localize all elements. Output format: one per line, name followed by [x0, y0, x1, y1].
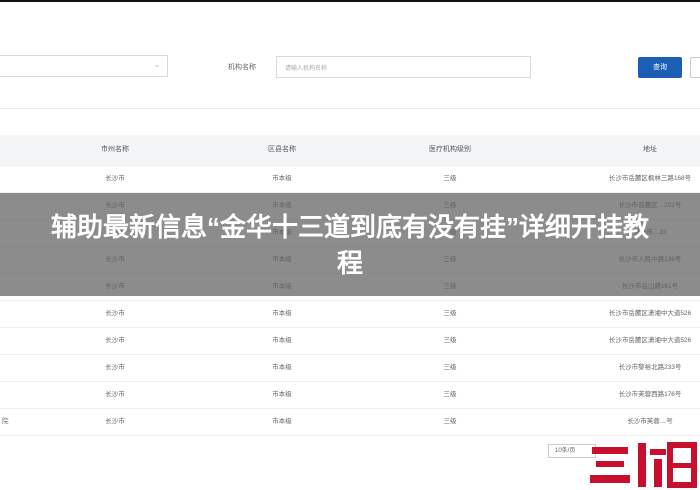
- table-row[interactable]: 院 长沙市 市本级 三级 长沙市芙蓉…号: [0, 409, 700, 436]
- row-address-cell: 长沙市黎裕北路233号: [618, 364, 682, 371]
- table-header: 市州名称 区县名称 医疗机构级别 地址: [0, 135, 700, 166]
- org-name-label: 机构名称: [228, 64, 256, 71]
- title-banner: 辅助最新信息“金华十三道到底有没有挂”详细开挂教程: [0, 193, 700, 296]
- row-city-cell: 长沙市: [105, 418, 125, 425]
- column-header-city[interactable]: 市州名称: [65, 135, 165, 165]
- row-address-cell: 长沙市岳麓区枫林三路168号: [608, 175, 692, 182]
- row-city-cell: 长沙市: [105, 364, 125, 371]
- row-extra-cell: [0, 382, 22, 408]
- table-row[interactable]: 长沙市 市本级 三级 长沙市岳麓区枫林三路168号: [0, 166, 700, 193]
- divider: [0, 108, 700, 109]
- row-district-cell: 市本级: [272, 391, 292, 398]
- row-extra-cell: [0, 355, 22, 381]
- banner-title: 辅助最新信息“金华十三道到底有没有挂”详细开挂教程: [50, 211, 649, 278]
- column-header-level[interactable]: 医疗机构级别: [400, 135, 500, 165]
- query-button[interactable]: 查询: [638, 57, 682, 78]
- org-name-field[interactable]: [276, 56, 531, 79]
- row-level-cell: 三级: [443, 391, 457, 398]
- row-extra-cell: [0, 328, 22, 354]
- reset-button[interactable]: [690, 57, 700, 78]
- row-address-cell: 长沙市岳麓区潇湘中大道526: [608, 337, 692, 344]
- row-district-cell: 市本级: [272, 337, 292, 344]
- column-header-address[interactable]: 地址: [585, 135, 700, 165]
- row-city-cell: 长沙市: [105, 310, 125, 317]
- row-city-cell: 长沙市: [105, 337, 125, 344]
- row-address-cell: 长沙市芙蓉西路176号: [618, 391, 682, 398]
- region-select[interactable]: ⌄: [0, 55, 168, 77]
- table-row[interactable]: 长沙市 市本级 三级 长沙市岳麓区潇湘中大道526: [0, 328, 700, 355]
- row-level-cell: 三级: [443, 364, 457, 371]
- row-level-cell: 三级: [443, 175, 457, 182]
- row-district-cell: 市本级: [272, 418, 292, 425]
- org-name-input[interactable]: [277, 59, 530, 79]
- row-district-cell: 市本级: [272, 175, 292, 182]
- row-city-cell: 长沙市: [105, 391, 125, 398]
- row-extra-cell: [0, 166, 22, 192]
- row-level-cell: 三级: [443, 418, 457, 425]
- table-row[interactable]: 长沙市 市本级 三级 长沙市黎裕北路233号: [0, 355, 700, 382]
- table-row[interactable]: 长沙市 市本级 三级 长沙市芙蓉西路176号: [0, 382, 700, 409]
- watermark-logo: [590, 442, 697, 488]
- row-extra-cell: 院: [2, 418, 9, 425]
- row-level-cell: 三级: [443, 310, 457, 317]
- row-district-cell: 市本级: [272, 310, 292, 317]
- row-extra-cell: [0, 301, 22, 327]
- chevron-down-icon: ⌄: [153, 59, 161, 69]
- row-address-cell: 长沙市芙蓉…号: [627, 418, 673, 425]
- row-level-cell: 三级: [443, 337, 457, 344]
- row-address-cell: 长沙市岳麓区潇湘中大道526: [608, 310, 692, 317]
- table-row[interactable]: 长沙市 市本级 三级 长沙市岳麓区潇湘中大道526: [0, 301, 700, 328]
- filter-bar: ⌄ 机构名称 查询: [0, 2, 700, 102]
- column-header-district[interactable]: 区县名称: [232, 135, 332, 165]
- row-district-cell: 市本级: [272, 364, 292, 371]
- row-city-cell: 长沙市: [105, 175, 125, 182]
